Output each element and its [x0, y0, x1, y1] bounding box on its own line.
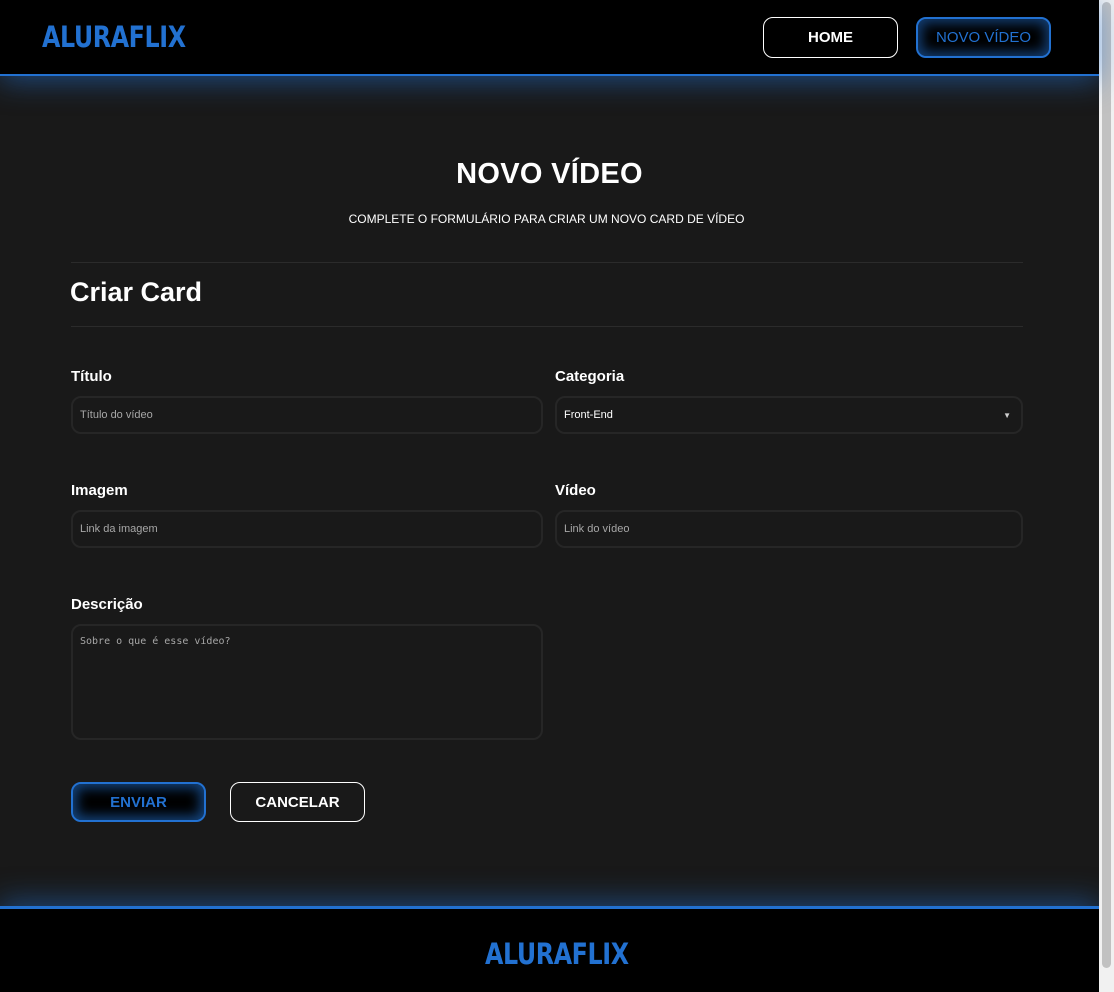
video-input[interactable]: Link do vídeo [555, 510, 1023, 548]
title-label: Título [71, 368, 112, 385]
image-input-placeholder: Link da imagem [80, 523, 158, 535]
image-input[interactable]: Link da imagem [71, 510, 543, 548]
image-label: Imagem [71, 482, 128, 499]
section-title: Criar Card [70, 277, 203, 307]
description-label: Descrição [71, 596, 143, 613]
main-content: NOVO VÍDEO COMPLETE O FORMULÁRIO PARA CR… [0, 78, 1099, 906]
category-label: Categoria [555, 368, 625, 385]
header: ALURAFLIX HOME NOVO VÍDEO [0, 0, 1099, 76]
header-logo[interactable]: ALURAFLIX [42, 20, 186, 54]
new-video-button[interactable]: NOVO VÍDEO [916, 17, 1051, 58]
home-button[interactable]: HOME [763, 17, 898, 58]
category-select[interactable]: Front-End ▼ [555, 396, 1023, 434]
section-divider-bottom [71, 326, 1023, 327]
cancel-button[interactable]: CANCELAR [230, 782, 365, 822]
vertical-scrollbar[interactable] [1099, 0, 1114, 992]
title-input-placeholder: Título do vídeo [80, 409, 153, 421]
page-title: NOVO VÍDEO [456, 158, 643, 190]
footer: ALURAFLIX [0, 906, 1099, 992]
video-input-placeholder: Link do vídeo [564, 523, 630, 535]
page: ALURAFLIX HOME NOVO VÍDEO NOVO VÍDEO COM… [0, 0, 1114, 992]
scrollbar-thumb[interactable] [1102, 2, 1111, 968]
page-subtitle: COMPLETE O FORMULÁRIO PARA CRIAR UM NOVO… [348, 212, 745, 226]
description-textarea[interactable]: Sobre o que é esse vídeo? [71, 624, 543, 740]
description-placeholder: Sobre o que é esse vídeo? [80, 636, 231, 647]
footer-logo[interactable]: ALURAFLIX [485, 937, 629, 971]
caret-down-icon: ▼ [1003, 411, 1011, 420]
category-select-value: Front-End [564, 409, 613, 421]
section-divider-top [71, 262, 1023, 263]
send-button[interactable]: ENVIAR [71, 782, 206, 822]
video-label: Vídeo [555, 482, 596, 499]
title-input[interactable]: Título do vídeo [71, 396, 543, 434]
